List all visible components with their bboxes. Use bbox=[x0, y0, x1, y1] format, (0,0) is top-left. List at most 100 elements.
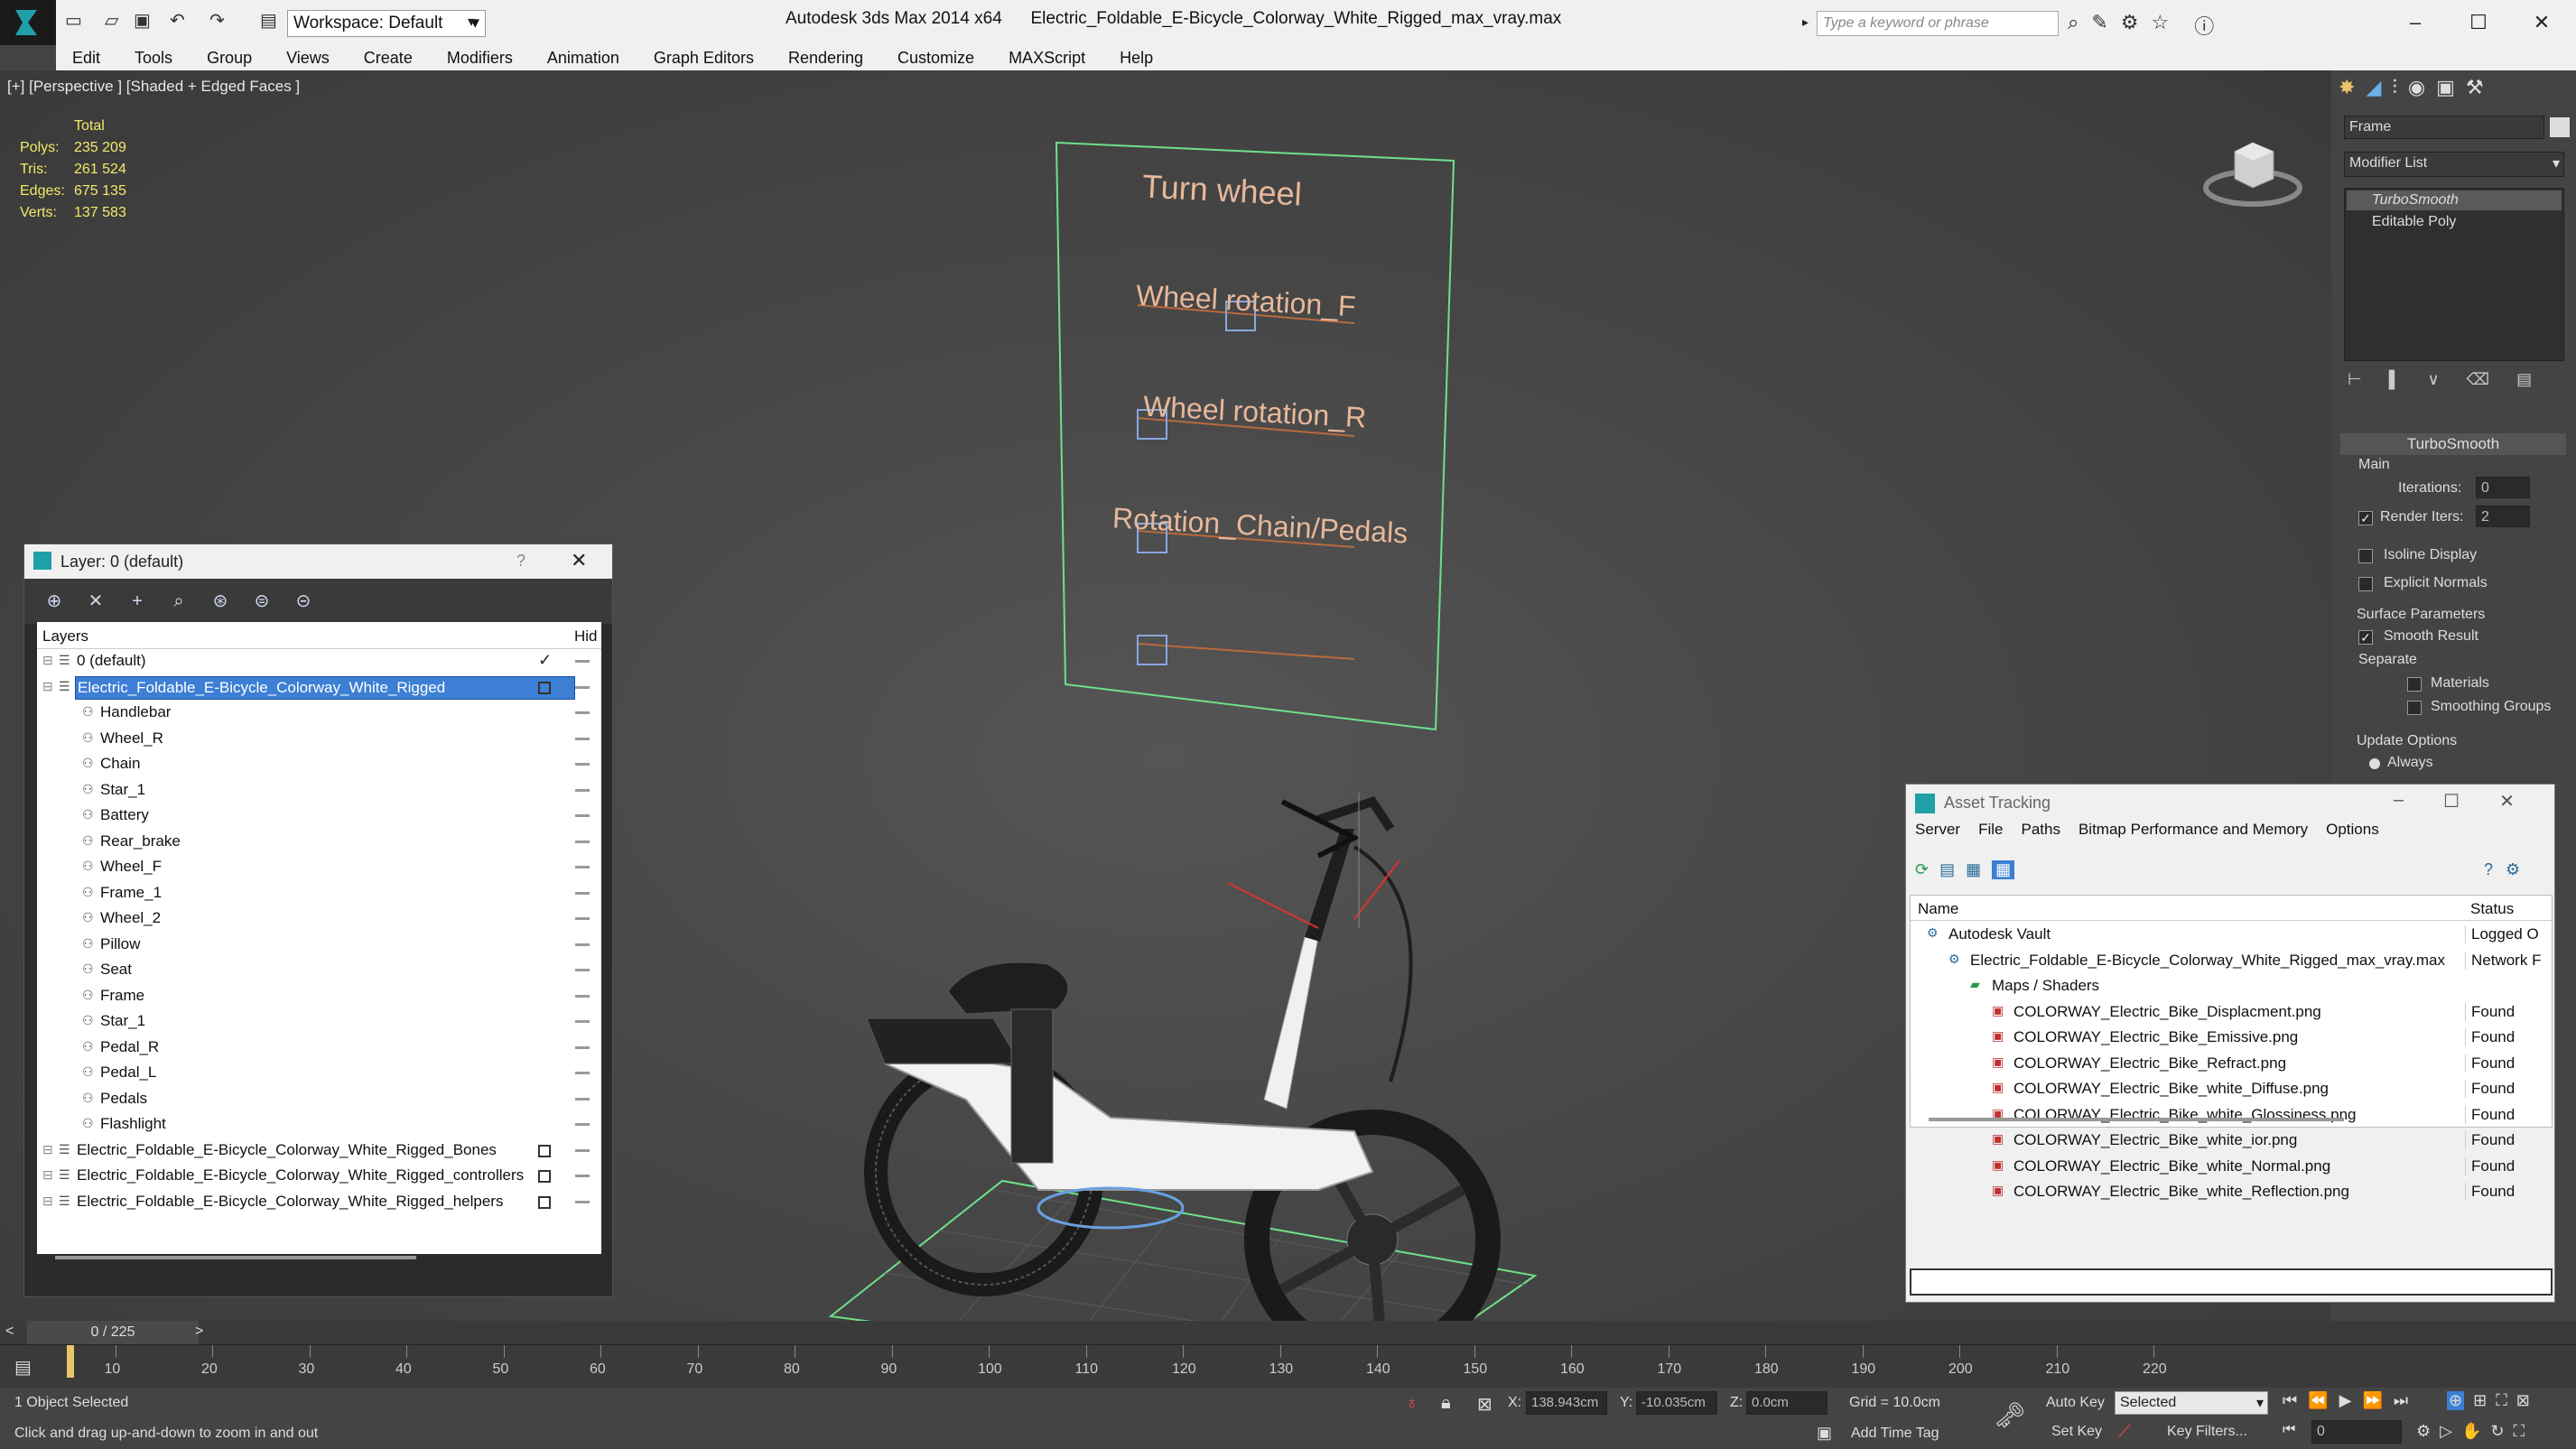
stack-item-turbosmooth[interactable]: TurboSmooth bbox=[2347, 190, 2562, 210]
asset-row[interactable]: ▣ COLORWAY_Electric_Bike_white_Glossiness… bbox=[1914, 1103, 2557, 1129]
remove-modifier-icon[interactable]: ⌫ bbox=[2467, 370, 2489, 389]
always-radio[interactable] bbox=[2369, 758, 2380, 769]
current-layer-toggle[interactable] bbox=[538, 1170, 551, 1183]
layer-row[interactable]: ⊟ ☰ Electric_Foldable_E-Bicycle_Colorway_W… bbox=[37, 675, 601, 701]
ebike-model[interactable] bbox=[813, 720, 1571, 1389]
add-time-tag[interactable]: Add Time Tag bbox=[1851, 1426, 1939, 1442]
column-status[interactable]: Status bbox=[2470, 900, 2514, 918]
menu-create[interactable]: Create bbox=[348, 45, 431, 70]
asset-menu-options[interactable]: Options bbox=[2326, 821, 2379, 839]
menu-graph-editors[interactable]: Graph Editors bbox=[637, 45, 772, 70]
layer-row[interactable]: ⊟ ☰ 0 (default) ✓ bbox=[37, 649, 601, 674]
set-keys-icon[interactable]: 🗝︎ bbox=[1994, 1400, 2026, 1430]
smoothing-groups-checkbox[interactable] bbox=[2407, 701, 2422, 715]
viewport-label[interactable]: [+] [Perspective ] [Shaded + Edged Faces… bbox=[7, 78, 300, 96]
close-button[interactable]: ✕ bbox=[2499, 790, 2515, 813]
current-layer-check-icon[interactable]: ✓ bbox=[538, 651, 552, 670]
zoom-extents-all-icon[interactable]: ⊠ bbox=[2516, 1391, 2530, 1410]
favorites-star-icon[interactable]: ☆ bbox=[2152, 11, 2170, 40]
render-iters-spinner[interactable]: 2 bbox=[2476, 506, 2530, 527]
show-end-result-icon[interactable]: ▌ bbox=[2389, 370, 2401, 389]
asset-menu-server[interactable]: Server bbox=[1915, 821, 1960, 839]
undo-icon[interactable]: ↶ bbox=[170, 9, 185, 36]
layer-row[interactable]: ⊟ ☰ Electric_Foldable_E-Bicycle_Colorway_W… bbox=[37, 1190, 601, 1215]
isolate-selection-icon[interactable]: ♁ bbox=[1405, 1393, 1418, 1414]
display-tab-icon[interactable]: ▣ bbox=[2436, 76, 2455, 99]
hide-toggle[interactable] bbox=[575, 891, 590, 895]
app-logo-button[interactable] bbox=[0, 0, 56, 45]
menu-modifiers[interactable]: Modifiers bbox=[431, 45, 531, 70]
hide-toggle[interactable] bbox=[575, 1200, 590, 1203]
close-button[interactable]: ✕ bbox=[2510, 0, 2573, 45]
layer-close-button[interactable]: ✕ bbox=[571, 549, 587, 572]
asset-menu-bitmap[interactable]: Bitmap Performance and Memory bbox=[2078, 821, 2308, 839]
isoline-display-checkbox[interactable] bbox=[2358, 549, 2373, 563]
column-hide[interactable]: Hid bbox=[574, 627, 598, 646]
redo-icon[interactable]: ↷ bbox=[209, 9, 225, 36]
absolute-mode-icon[interactable]: ⊠ bbox=[1477, 1393, 1493, 1416]
smooth-result-checkbox[interactable]: ✓ bbox=[2358, 630, 2373, 645]
hide-toggle[interactable] bbox=[575, 711, 590, 714]
hide-toggle[interactable] bbox=[575, 866, 590, 868]
y-coordinate-field[interactable]: -10.035cm bbox=[1636, 1391, 1717, 1415]
set-key-button[interactable]: Set Key bbox=[2051, 1424, 2102, 1440]
hide-toggle[interactable] bbox=[575, 840, 590, 843]
zoom-extents-icon[interactable]: ⛶ bbox=[2496, 1391, 2507, 1410]
explicit-normals-checkbox[interactable] bbox=[2358, 577, 2373, 591]
key-mode-toggle-icon[interactable]: ⏮ bbox=[2283, 1422, 2295, 1438]
menu-rendering[interactable]: Rendering bbox=[772, 45, 881, 70]
rig-controller-board[interactable] bbox=[1047, 134, 1463, 738]
minimize-button[interactable]: – bbox=[2394, 790, 2404, 813]
create-layer-icon[interactable]: ⊕ bbox=[42, 590, 66, 613]
hide-toggle[interactable] bbox=[575, 1020, 590, 1023]
layer-row[interactable]: ⚇ Pedals bbox=[37, 1087, 601, 1112]
expand-toggle-icon[interactable]: ⊟ bbox=[42, 1142, 53, 1157]
time-next-icon[interactable]: > bbox=[195, 1324, 203, 1340]
asset-row[interactable]: ▣ COLORWAY_Electric_Bike_Refract.png Found bbox=[1914, 1052, 2557, 1077]
asset-menu-paths[interactable]: Paths bbox=[2021, 821, 2060, 839]
asset-row[interactable]: ▣ COLORWAY_Electric_Bike_white_Normal.png… bbox=[1914, 1155, 2557, 1180]
new-file-icon[interactable]: ▭ bbox=[65, 9, 82, 36]
hide-toggle[interactable] bbox=[575, 1045, 590, 1049]
stack-item-editable-poly[interactable]: Editable Poly bbox=[2347, 212, 2562, 232]
zoom-all-icon[interactable]: ⊞ bbox=[2473, 1391, 2487, 1410]
time-config-icon[interactable]: ⚙ bbox=[2416, 1422, 2431, 1441]
minimize-button[interactable]: – bbox=[2384, 0, 2447, 45]
column-name[interactable]: Name bbox=[1918, 900, 1958, 918]
current-frame-field[interactable]: 0 bbox=[2311, 1420, 2402, 1444]
hide-toggle[interactable] bbox=[575, 917, 590, 920]
menu-edit[interactable]: Edit bbox=[56, 45, 118, 70]
layer-row[interactable]: ⚇ Frame bbox=[37, 984, 601, 1009]
subscription-icon[interactable]: ✎ bbox=[2091, 11, 2107, 40]
materials-checkbox[interactable] bbox=[2407, 677, 2422, 692]
hide-toggle[interactable] bbox=[575, 994, 590, 998]
motion-tab-icon[interactable]: ◉ bbox=[2408, 76, 2425, 99]
hierarchy-tab-icon[interactable]: ⫶ bbox=[2392, 76, 2397, 99]
hide-toggle[interactable] bbox=[575, 763, 590, 766]
orbit-icon[interactable]: ↻ bbox=[2490, 1422, 2504, 1441]
menu-tools[interactable]: Tools bbox=[118, 45, 191, 70]
rollout-turbosmooth[interactable]: TurboSmooth bbox=[2340, 433, 2566, 455]
current-layer-toggle[interactable] bbox=[538, 681, 551, 694]
layer-row[interactable]: ⚇ Wheel_F bbox=[37, 855, 601, 880]
menu-group[interactable]: Group bbox=[191, 45, 270, 70]
asset-row[interactable]: ▣ COLORWAY_Electric_Bike_Displacment.png F… bbox=[1914, 1000, 2557, 1026]
utilities-tab-icon[interactable]: ⚒ bbox=[2466, 76, 2484, 99]
menu-maxscript[interactable]: MAXScript bbox=[992, 45, 1103, 70]
maximize-viewport-icon[interactable]: ⛶ bbox=[2514, 1422, 2525, 1441]
layer-row[interactable]: ⊟ ☰ Electric_Foldable_E-Bicycle_Colorway_W… bbox=[37, 1138, 601, 1164]
z-coordinate-field[interactable]: 0.0cm bbox=[1746, 1391, 1827, 1415]
table-view-icon[interactable]: ▦ bbox=[1966, 860, 1981, 879]
layer-row[interactable]: ⊟ ☰ Electric_Foldable_E-Bicycle_Colorway_W… bbox=[37, 1164, 601, 1189]
layer-row[interactable]: ⚇ Star_1 bbox=[37, 1009, 601, 1035]
layer-row[interactable]: ⚇ Star_1 bbox=[37, 778, 601, 803]
asset-help-icon[interactable]: ? bbox=[2484, 860, 2493, 879]
asset-row[interactable]: ▣ COLORWAY_Electric_Bike_white_ior.png Fou… bbox=[1914, 1129, 2557, 1154]
layer-row[interactable]: ⚇ Battery bbox=[37, 803, 601, 829]
render-iters-checkbox[interactable]: ✓ bbox=[2358, 511, 2373, 525]
modify-tab-icon[interactable]: ◢ bbox=[2366, 76, 2381, 99]
zoom-icon[interactable]: ⊕ bbox=[2447, 1391, 2465, 1410]
current-layer-toggle[interactable] bbox=[538, 1195, 551, 1209]
expand-toggle-icon[interactable]: ⊟ bbox=[42, 653, 53, 668]
layer-row[interactable]: ⚇ Frame_1 bbox=[37, 881, 601, 906]
